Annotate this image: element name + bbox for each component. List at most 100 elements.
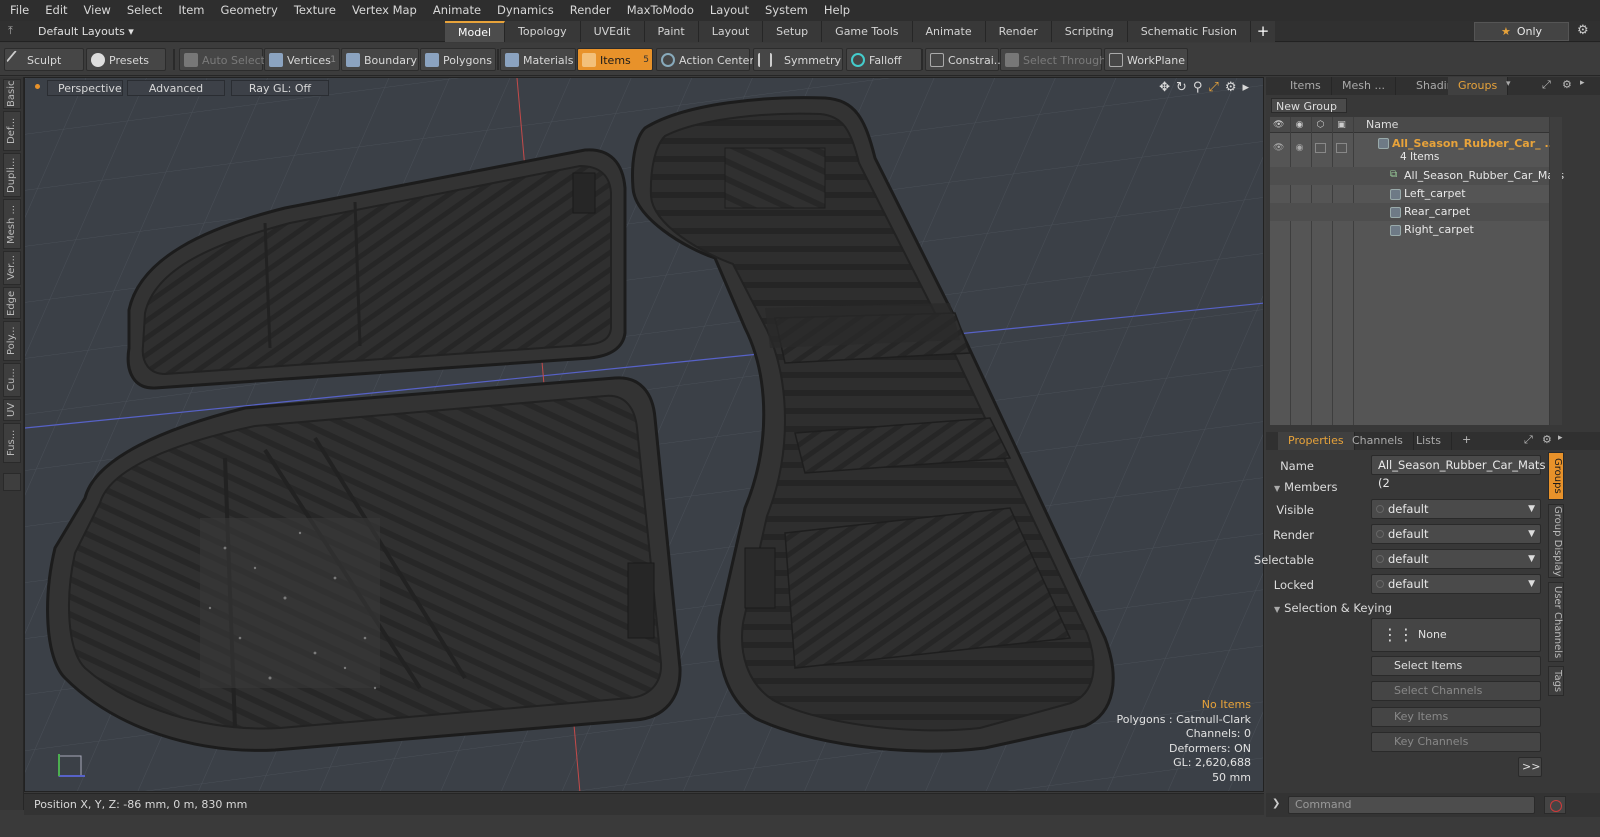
none-button[interactable]: ⋮⋮ None [1371,618,1541,652]
locked-dropdown[interactable]: default ▼ [1371,574,1541,594]
auto-select-button[interactable]: Auto Select [179,48,265,71]
move-view-icon[interactable]: ✥ [1159,80,1170,95]
tab-vertex[interactable]: Ver... [3,251,21,285]
menu-render[interactable]: Render [562,0,619,21]
tab-basic[interactable]: Basic [3,79,21,109]
viewport-settings-icon[interactable]: ⚙ [1225,80,1237,95]
boundary-button[interactable]: Boundary [341,48,419,71]
properties-gear-icon[interactable]: ⚙ [1542,433,1552,446]
tab-uv[interactable]: UV [3,399,21,421]
command-input[interactable]: Command [1288,796,1535,814]
tab-layout[interactable]: Layout [698,21,764,42]
group-name-field[interactable]: All_Season_Rubber_Car_Mats (2 [1371,455,1545,490]
tab-mesh[interactable]: Mesh ... [1332,77,1396,95]
members-section[interactable]: ▼ Members [1274,480,1337,494]
tab-animate[interactable]: Animate [912,21,986,42]
menu-select[interactable]: Select [119,0,170,21]
tab-lists[interactable]: Lists [1406,432,1452,450]
tab-scripting[interactable]: Scripting [1051,21,1128,42]
tabs-more-icon[interactable]: ▾ [1506,79,1511,89]
tab-uvedit[interactable]: UVEdit [580,21,645,42]
workplane-button[interactable]: WorkPlane [1104,48,1188,71]
menu-view[interactable]: View [76,0,119,21]
tab-groups[interactable]: Groups [1448,77,1509,95]
tab-duplicate[interactable]: Dupli... [3,153,21,197]
tab-deform[interactable]: Def... [3,111,21,151]
zoom-view-icon[interactable]: ⚲ [1193,80,1203,95]
action-center-button[interactable]: Action Center [656,48,754,71]
raygl-toggle[interactable]: Ray GL: Off [231,80,329,96]
presets-button[interactable]: Presets [86,48,166,71]
view-mode-dropdown[interactable]: Perspective [47,80,123,96]
menu-help[interactable]: Help [816,0,858,21]
tab-game-tools[interactable]: Game Tools [822,21,913,42]
new-group-button[interactable]: New Group [1271,98,1347,113]
panel-expand-icon[interactable]: ⤢ [1542,78,1551,92]
menu-layout[interactable]: Layout [702,0,757,21]
menu-file[interactable]: File [0,0,37,21]
3d-viewport[interactable]: Perspective Advanced Ray GL: Off ✥ ↻ ⚲ ⤢… [24,77,1264,792]
shading-dropdown[interactable]: Advanced [127,80,225,96]
add-tab-icon[interactable]: + [1251,21,1276,42]
falloff-button[interactable]: Falloff [846,48,922,71]
more-button[interactable]: >> [1518,757,1542,777]
menu-geometry[interactable]: Geometry [213,0,286,21]
tab-paint[interactable]: Paint [644,21,699,42]
key-channels-button[interactable]: Key Channels [1371,732,1541,752]
key-items-button[interactable]: Key Items [1371,707,1541,727]
visible-dropdown[interactable]: default ▼ [1371,499,1541,519]
groups-list-scrollbar[interactable] [1550,117,1562,425]
materials-button[interactable]: Materials [500,48,576,71]
tab-mesh[interactable]: Mesh ... [3,199,21,249]
properties-expand-icon[interactable]: ⤢ [1524,433,1533,447]
vertices-button[interactable]: Vertices 1 [264,48,340,71]
tab-edge[interactable]: Edge [3,287,21,319]
selectable-dropdown[interactable]: default ▼ [1371,549,1541,569]
tab-curve[interactable]: Cu... [3,363,21,397]
constraints-button[interactable]: Constrai... [925,48,1004,71]
pin-icon[interactable]: ⤒ [8,24,13,38]
sculpt-button[interactable]: Sculpt [4,48,84,71]
vtab-group-display[interactable]: Group Display [1548,504,1564,578]
group-render-icon[interactable]: ◉ [1294,143,1305,153]
tab-render[interactable]: Render [985,21,1052,42]
tab-items[interactable]: Items [1280,77,1332,95]
items-button[interactable]: Items 5 [577,48,653,71]
vtab-tags[interactable]: Tags [1548,666,1564,696]
viewport-expand-icon[interactable]: ▸ [1242,80,1249,95]
visibility-eye-icon[interactable]: 👁 [1273,120,1284,130]
tab-expand[interactable] [3,473,21,491]
list-item[interactable]: Left_carpet [1270,185,1549,203]
render-dropdown[interactable]: default ▼ [1371,524,1541,544]
render-icon[interactable]: ◉ [1294,120,1305,130]
viewport-menu-dot[interactable] [35,84,40,89]
tab-schematic-fusion[interactable]: Schematic Fusion [1127,21,1252,42]
menu-vertex-map[interactable]: Vertex Map [344,0,425,21]
only-button[interactable]: ★ Only [1474,22,1569,41]
symmetry-button[interactable]: Symmetry [753,48,843,71]
properties-menu-icon[interactable]: ▸ [1558,433,1563,443]
tab-fusion[interactable]: Fus... [3,423,21,463]
group-select-toggle[interactable] [1315,143,1326,153]
group-lock-toggle[interactable] [1336,143,1347,153]
menu-system[interactable]: System [757,0,816,21]
list-item[interactable]: ⧉ All_Season_Rubber_Car_Mats [1270,167,1564,185]
tab-model[interactable]: Model [445,21,506,42]
tab-polygon[interactable]: Poly... [3,321,21,361]
menu-dynamics[interactable]: Dynamics [489,0,562,21]
record-macro-icon[interactable] [1544,796,1566,814]
select-channels-button[interactable]: Select Channels [1371,681,1541,701]
add-tab-icon[interactable]: + [1462,433,1471,446]
menu-texture[interactable]: Texture [286,0,344,21]
fit-view-icon[interactable]: ⤢ [1208,80,1218,95]
layouts-dropdown[interactable]: Default Layouts ▾ [38,21,134,42]
menu-maxtomodo[interactable]: MaxToModo [619,0,702,21]
list-item[interactable]: Right_carpet [1270,221,1549,239]
panel-gear-icon[interactable]: ⚙ [1562,78,1572,91]
selectable-icon[interactable]: ⬡ [1315,120,1326,130]
menu-edit[interactable]: Edit [37,0,75,21]
list-item[interactable]: Rear_carpet [1270,203,1549,221]
gear-icon[interactable]: ⚙ [1577,23,1589,38]
tab-topology[interactable]: Topology [505,21,581,42]
panel-menu-icon[interactable]: ▸ [1580,78,1585,88]
